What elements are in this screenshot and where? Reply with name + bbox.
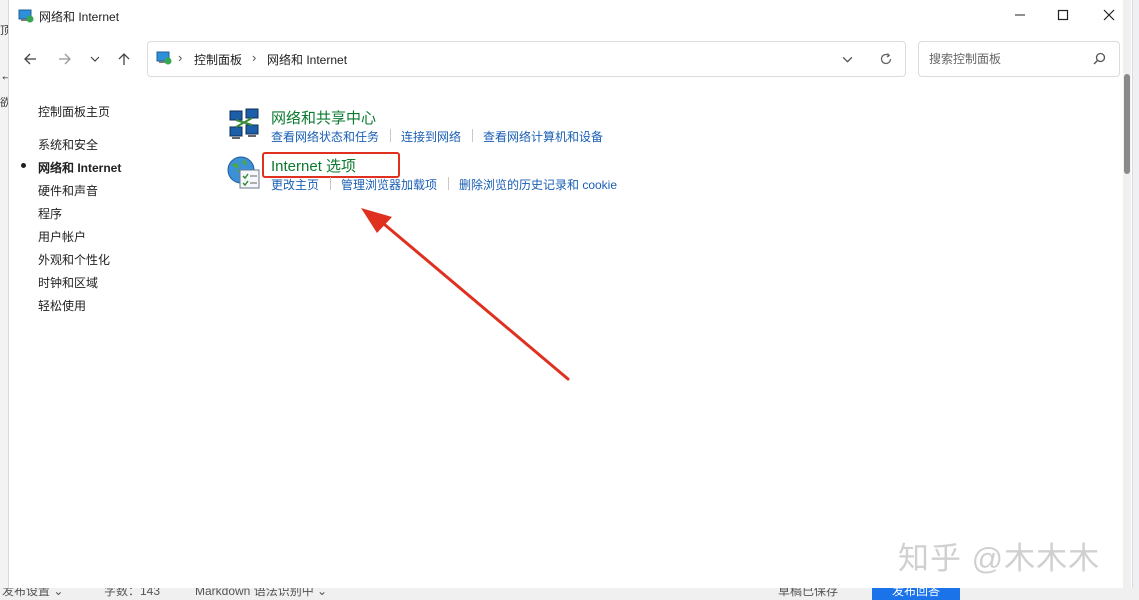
watermark-text: 知乎 @木木木	[898, 541, 1101, 576]
annotation-arrow	[361, 208, 570, 381]
